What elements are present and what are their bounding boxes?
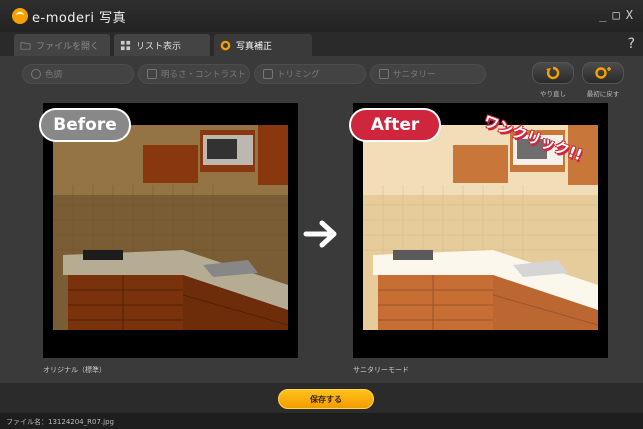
gear-icon	[220, 40, 231, 50]
tool-sanitary[interactable]: サニタリー	[370, 64, 486, 84]
undo-label: やり直し	[540, 90, 566, 98]
before-badge: Before	[39, 108, 131, 142]
app-title: e-moderi 写真	[32, 10, 127, 26]
tool-label: 色調	[45, 70, 63, 80]
kitchen-photo-before	[53, 125, 288, 330]
tab-label: リスト表示	[136, 41, 182, 52]
sanitary-icon	[379, 69, 389, 79]
window-controls: _ □ X	[599, 8, 633, 22]
tab-open-file[interactable]: ファイルを開く	[14, 34, 110, 56]
after-badge: After	[349, 108, 441, 142]
grid-icon	[120, 40, 131, 50]
undo-icon	[546, 66, 560, 80]
tab-label: ファイルを開く	[36, 41, 100, 52]
tool-crop[interactable]: トリミング	[254, 64, 366, 84]
before-photo	[53, 125, 288, 330]
tool-label: サニタリー	[393, 70, 436, 80]
tool-brightness[interactable]: 明るさ・コントラスト	[138, 64, 250, 84]
close-button[interactable]: X	[626, 8, 633, 22]
save-button[interactable]: 保存する	[278, 389, 374, 409]
palette-icon	[31, 69, 41, 79]
status-bar: ファイル名：13124204_R07.jpg	[0, 413, 643, 429]
reset-icon	[595, 67, 611, 79]
tool-color[interactable]: 色調	[22, 64, 134, 84]
maximize-button[interactable]: □	[613, 8, 620, 22]
after-caption: サニタリーモード	[353, 366, 409, 374]
tab-list-view[interactable]: リスト表示	[114, 34, 210, 56]
folder-icon	[20, 41, 31, 50]
tab-bar: ファイルを開く リスト表示 写真補正 ?	[0, 32, 643, 56]
crop-icon	[263, 69, 273, 79]
tab-label: 写真補正	[236, 41, 273, 52]
tool-label: トリミング	[277, 70, 320, 80]
help-button[interactable]: ?	[628, 36, 635, 52]
tab-photo-correction[interactable]: 写真補正	[214, 34, 312, 56]
minimize-button[interactable]: _	[599, 8, 606, 22]
brightness-icon	[147, 69, 157, 79]
reset-button[interactable]	[582, 62, 624, 84]
tool-label: 明るさ・コントラスト	[161, 70, 246, 80]
title-bar: e-moderi 写真 _ □ X	[0, 0, 643, 32]
reset-label: 最初に戻す	[586, 90, 620, 98]
app-logo-icon	[12, 8, 28, 24]
before-caption: オリジナル（標準）	[43, 366, 106, 374]
undo-button[interactable]	[532, 62, 574, 84]
arrow-right-icon	[303, 220, 337, 248]
